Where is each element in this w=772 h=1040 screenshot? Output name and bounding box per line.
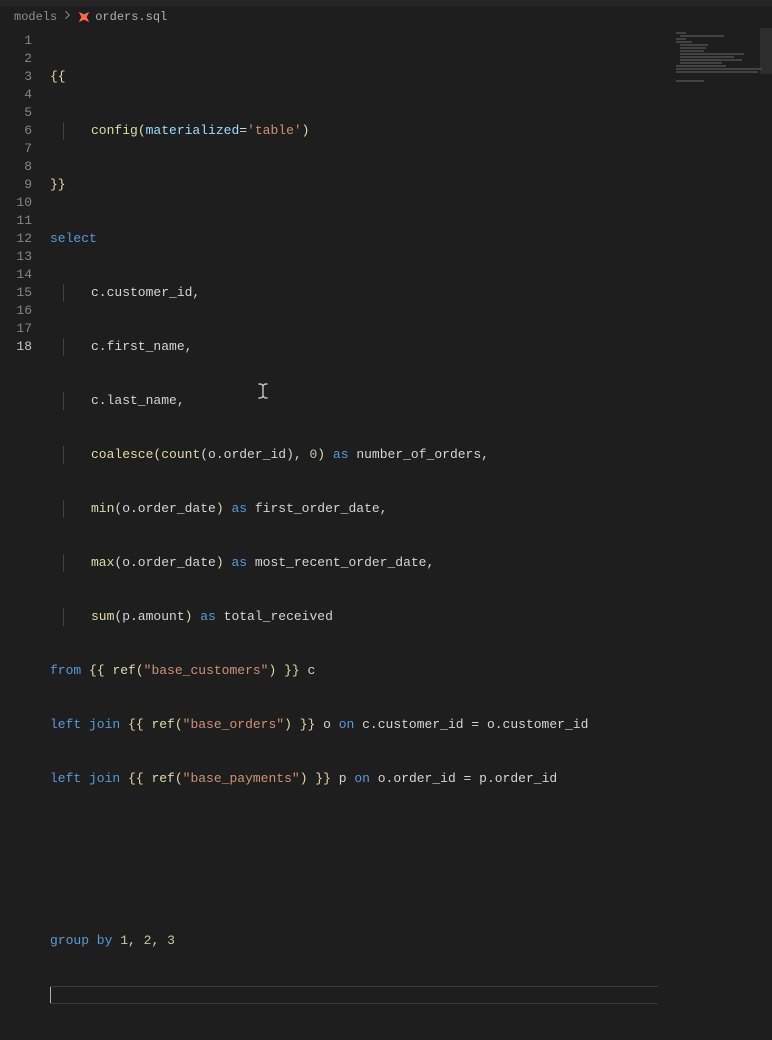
- code-line[interactable]: max(o.order_date) as most_recent_order_d…: [50, 554, 772, 572]
- vertical-scrollbar[interactable]: [760, 28, 772, 74]
- code-line[interactable]: min(o.order_date) as first_order_date,: [50, 500, 772, 518]
- dbt-file-icon: [77, 10, 91, 24]
- code-line[interactable]: sum(p.amount) as total_received: [50, 608, 772, 626]
- code-line[interactable]: config(materialized='table'): [50, 122, 772, 140]
- code-content[interactable]: {{ config(materialized='table') }} selec…: [50, 28, 772, 660]
- line-number: 16: [0, 302, 32, 320]
- code-line[interactable]: [50, 878, 772, 896]
- line-number: 5: [0, 104, 32, 122]
- line-number: 11: [0, 212, 32, 230]
- code-line[interactable]: left join {{ ref("base_payments") }} p o…: [50, 770, 772, 788]
- line-number: 1: [0, 32, 32, 50]
- code-line[interactable]: c.customer_id,: [50, 284, 772, 302]
- line-number: 9: [0, 176, 32, 194]
- code-line[interactable]: group by 1, 2, 3: [50, 932, 772, 950]
- line-number: 8: [0, 158, 32, 176]
- code-line[interactable]: [50, 824, 772, 842]
- code-line[interactable]: from {{ ref("base_customers") }} c: [50, 662, 772, 680]
- line-number: 13: [0, 248, 32, 266]
- line-number-gutter: 1 2 3 4 5 6 7 8 9 10 11 12 13 14 15 16 1…: [0, 28, 50, 660]
- code-line[interactable]: }}: [50, 176, 772, 194]
- code-line[interactable]: [50, 986, 658, 1004]
- line-number: 2: [0, 50, 32, 68]
- code-line[interactable]: select: [50, 230, 772, 248]
- text-cursor: [50, 987, 51, 1003]
- code-line[interactable]: c.last_name,: [50, 392, 772, 410]
- line-number: 17: [0, 320, 32, 338]
- code-line[interactable]: c.first_name,: [50, 338, 772, 356]
- breadcrumb-filename[interactable]: orders.sql: [95, 10, 167, 24]
- breadcrumb-folder[interactable]: models: [14, 10, 57, 24]
- code-line[interactable]: coalesce(count(o.order_id), 0) as number…: [50, 446, 772, 464]
- line-number: 18: [0, 338, 32, 356]
- code-line[interactable]: left join {{ ref("base_orders") }} o on …: [50, 716, 772, 734]
- line-number: 10: [0, 194, 32, 212]
- line-number: 7: [0, 140, 32, 158]
- line-number: 14: [0, 266, 32, 284]
- line-number: 15: [0, 284, 32, 302]
- line-number: 6: [0, 122, 32, 140]
- editor-area[interactable]: 1 2 3 4 5 6 7 8 9 10 11 12 13 14 15 16 1…: [0, 28, 772, 660]
- breadcrumb[interactable]: models orders.sql: [0, 6, 772, 28]
- chevron-right-icon: [61, 9, 73, 25]
- code-line[interactable]: {{: [50, 68, 772, 86]
- line-number: 12: [0, 230, 32, 248]
- line-number: 3: [0, 68, 32, 86]
- line-number: 4: [0, 86, 32, 104]
